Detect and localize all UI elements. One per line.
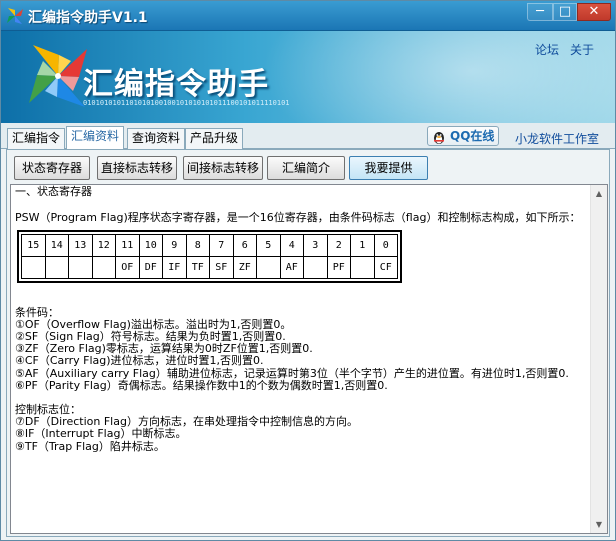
bit-number-cell: 11 <box>115 234 140 258</box>
bit-flag-cell <box>91 256 116 280</box>
window-title: 汇编指令助手V1.1 <box>28 10 148 26</box>
bit-flag-cell <box>350 256 375 280</box>
bit-number-cell: 5 <box>256 234 281 258</box>
psw-register-table: 15 14 13 12 11 10 9 8 7 6 5 4 3 2 1 0 OF… <box>17 230 402 284</box>
app-logo-icon <box>7 8 23 24</box>
banner-title: 汇编指令助手 <box>83 67 269 102</box>
scroll-down-arrow-icon[interactable]: ▼ <box>591 516 607 533</box>
intro-paragraph: PSW（Program Flag)程序状态字寄存器，是一个16位寄存器，由条件码… <box>15 211 581 225</box>
scroll-up-arrow-icon[interactable]: ▲ <box>591 185 607 202</box>
bit-flag-cell <box>256 256 281 280</box>
studio-link[interactable]: 小龙软件工作室 <box>515 130 599 147</box>
qq-penguin-icon <box>434 132 444 144</box>
bit-number-cell: 15 <box>21 234 46 258</box>
forum-link[interactable]: 论坛 <box>535 41 559 58</box>
bit-number-cell: 2 <box>326 234 351 258</box>
bit-number-cell: 7 <box>209 234 234 258</box>
tab-asm-materials[interactable]: 汇编资料 <box>66 126 125 150</box>
bit-flag-cell: AF <box>279 256 304 280</box>
banner-binary-text: 0101010101101010100100101010101011100101… <box>83 99 290 107</box>
condition-line-cf: ④CF（Carry Flag)进位标志，进位时置1,否则置0. <box>15 354 264 368</box>
section-heading: 一、状态寄存器 <box>15 185 92 198</box>
condition-line-af: ⑤AF（Auxiliary carry Flag）辅助进位标志，记录运算时第3位… <box>15 366 569 380</box>
bit-flag-cell: CF <box>373 256 398 280</box>
bit-flag-cell: IF <box>162 256 187 280</box>
bit-number-cell: 6 <box>232 234 257 258</box>
content-panel: 状态寄存器 直接标志转移 间接标志转移 汇编简介 我要提供 一、状态寄存器 PS… <box>6 149 610 537</box>
bit-flag-cell: DF <box>138 256 163 280</box>
bit-flag-cell: SF <box>209 256 234 280</box>
maximize-button[interactable]: □ <box>553 3 577 21</box>
bit-number-cell: 12 <box>91 234 116 258</box>
bit-flag-cell <box>68 256 93 280</box>
bit-number-cell: 4 <box>279 234 304 258</box>
bit-flag-cell <box>44 256 69 280</box>
vertical-scrollbar[interactable]: ▲ ▼ <box>590 185 607 533</box>
bit-number-cell: 1 <box>350 234 375 258</box>
bit-flag-cell: TF <box>185 256 210 280</box>
direct-flag-jump-button[interactable]: 直接标志转移 <box>97 156 177 180</box>
control-line-if: ⑧IF（Interrupt Flag）中断标志。 <box>15 427 187 441</box>
bit-number-cell: 14 <box>44 234 69 258</box>
asm-intro-button[interactable]: 汇编简介 <box>267 156 345 180</box>
bit-number-cell: 0 <box>373 234 398 258</box>
bit-number-cell: 3 <box>303 234 328 258</box>
bit-number-cell: 10 <box>138 234 163 258</box>
close-button[interactable]: ✕ <box>577 3 611 21</box>
condition-line-pf: ⑥PF（Parity Flag）奇偶标志。结果操作数中1的个数为偶数时置1,否则… <box>15 378 388 392</box>
about-link[interactable]: 关于 <box>570 41 594 58</box>
i-want-to-contribute-button[interactable]: 我要提供 <box>349 156 428 180</box>
bit-number-cell: 9 <box>162 234 187 258</box>
bit-flag-cell: PF <box>326 256 351 280</box>
banner: 汇编指令助手 010101010110101010010010101010101… <box>1 31 615 123</box>
table-row: OF DF IF TF SF ZF AF PF CF <box>21 256 398 280</box>
title-bar[interactable]: 汇编指令助手V1.1 ─ □ ✕ <box>1 1 615 31</box>
bit-flag-cell <box>21 256 46 280</box>
bit-number-cell: 13 <box>68 234 93 258</box>
text-content: 一、状态寄存器 PSW（Program Flag)程序状态字寄存器，是一个16位… <box>15 185 587 453</box>
condition-code-heading: 条件码： <box>15 305 59 319</box>
bit-number-cell: 8 <box>185 234 210 258</box>
table-row: 15 14 13 12 11 10 9 8 7 6 5 4 3 2 1 0 <box>21 234 398 258</box>
app-window: 汇编指令助手V1.1 ─ □ ✕ 汇编指令助手 0101010101101010… <box>0 0 616 541</box>
banner-glow <box>261 31 615 123</box>
tab-query-materials[interactable]: 查询资料 <box>127 128 186 149</box>
control-line-tf: ⑨TF（Trap Flag）陷井标志。 <box>15 439 165 453</box>
tab-asm-instructions[interactable]: 汇编指令 <box>7 128 66 149</box>
bit-flag-cell: OF <box>115 256 140 280</box>
bit-flag-cell: ZF <box>232 256 257 280</box>
bit-flag-cell <box>303 256 328 280</box>
indirect-flag-jump-button[interactable]: 间接标志转移 <box>183 156 263 180</box>
minimize-button[interactable]: ─ <box>527 3 553 21</box>
tab-product-upgrade[interactable]: 产品升级 <box>185 128 244 149</box>
info-textarea[interactable]: 一、状态寄存器 PSW（Program Flag)程序状态字寄存器，是一个16位… <box>10 184 608 534</box>
status-register-button[interactable]: 状态寄存器 <box>14 156 90 180</box>
